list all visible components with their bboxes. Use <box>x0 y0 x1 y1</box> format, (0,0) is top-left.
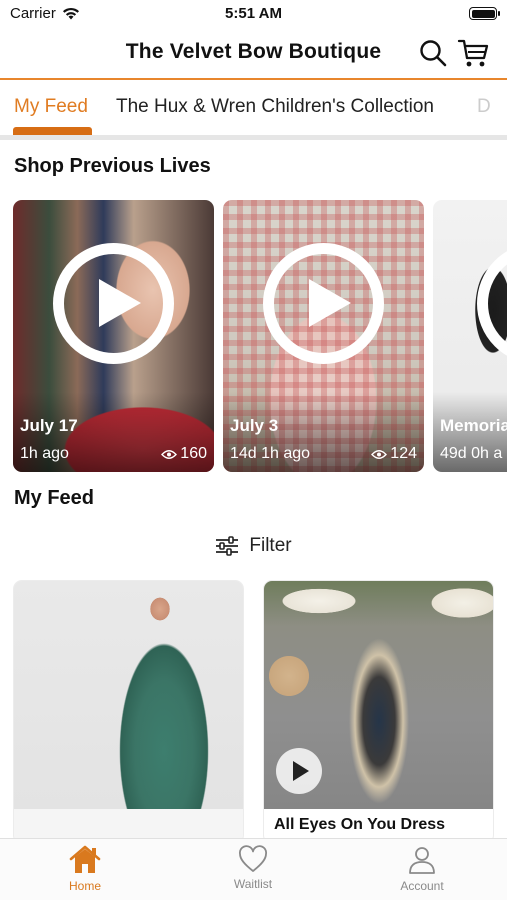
product-card[interactable]: All Eyes On You Dress <box>264 581 493 843</box>
nav-account-label: Account <box>400 879 444 893</box>
live-ago: 1h ago <box>20 445 69 462</box>
product-image <box>14 581 243 809</box>
feed-title: My Feed <box>14 487 95 509</box>
live-views: 160 <box>161 445 207 463</box>
status-bar: Carrier 5:51 AM <box>0 0 507 28</box>
live-ago: 14d 1h ago <box>230 445 311 462</box>
live-date: July 3 <box>230 416 279 435</box>
live-date: July 17 <box>20 416 78 435</box>
live-card[interactable]: Memoria 49d 0h a <box>433 200 507 472</box>
tab-my-feed[interactable]: My Feed <box>14 96 88 118</box>
app-header: The Velvet Bow Boutique <box>0 28 507 80</box>
nav-home[interactable]: Home <box>30 845 140 893</box>
nav-waitlist-label: Waitlist <box>233 877 273 891</box>
product-card[interactable] <box>14 581 243 843</box>
live-card[interactable]: July 3 14d 1h ago 124 <box>223 200 424 472</box>
sliders-icon <box>216 536 239 556</box>
account-icon <box>409 847 435 874</box>
home-icon <box>69 845 101 873</box>
tab-next[interactable]: D <box>477 96 491 118</box>
cart-button[interactable] <box>457 38 489 68</box>
tab-hux-wren[interactable]: The Hux & Wren Children's Collection <box>116 96 434 118</box>
views-count: 124 <box>390 445 417 462</box>
play-button[interactable] <box>263 243 384 364</box>
views-count: 160 <box>180 445 207 462</box>
search-button[interactable] <box>418 38 448 68</box>
live-ago: 49d 0h a <box>440 445 503 462</box>
eye-icon <box>371 449 388 459</box>
nav-home-label: Home <box>68 879 101 893</box>
nav-waitlist[interactable]: Waitlist <box>198 845 308 891</box>
filter-button[interactable]: Filter <box>0 533 507 559</box>
live-date: Memoria <box>440 416 507 435</box>
feed-tabs: My Feed The Hux & Wren Children's Collec… <box>0 82 507 140</box>
cart-icon <box>457 39 489 67</box>
video-play-button[interactable] <box>276 748 322 794</box>
bottom-navigation: Home Waitlist Account <box>0 838 507 900</box>
heart-icon <box>239 845 267 872</box>
filter-label: Filter <box>249 535 292 556</box>
live-card[interactable]: July 17 1h ago 160 <box>13 200 214 472</box>
live-views: 124 <box>371 445 417 463</box>
previous-lives-title: Shop Previous Lives <box>14 155 211 177</box>
product-name: All Eyes On You Dress <box>274 816 446 834</box>
active-tab-indicator <box>13 127 92 135</box>
status-time: 5:51 AM <box>225 5 282 22</box>
search-icon <box>420 40 447 67</box>
eye-icon <box>161 449 178 459</box>
nav-account[interactable]: Account <box>367 845 477 893</box>
battery-icon <box>469 7 500 20</box>
play-button[interactable] <box>53 243 174 364</box>
